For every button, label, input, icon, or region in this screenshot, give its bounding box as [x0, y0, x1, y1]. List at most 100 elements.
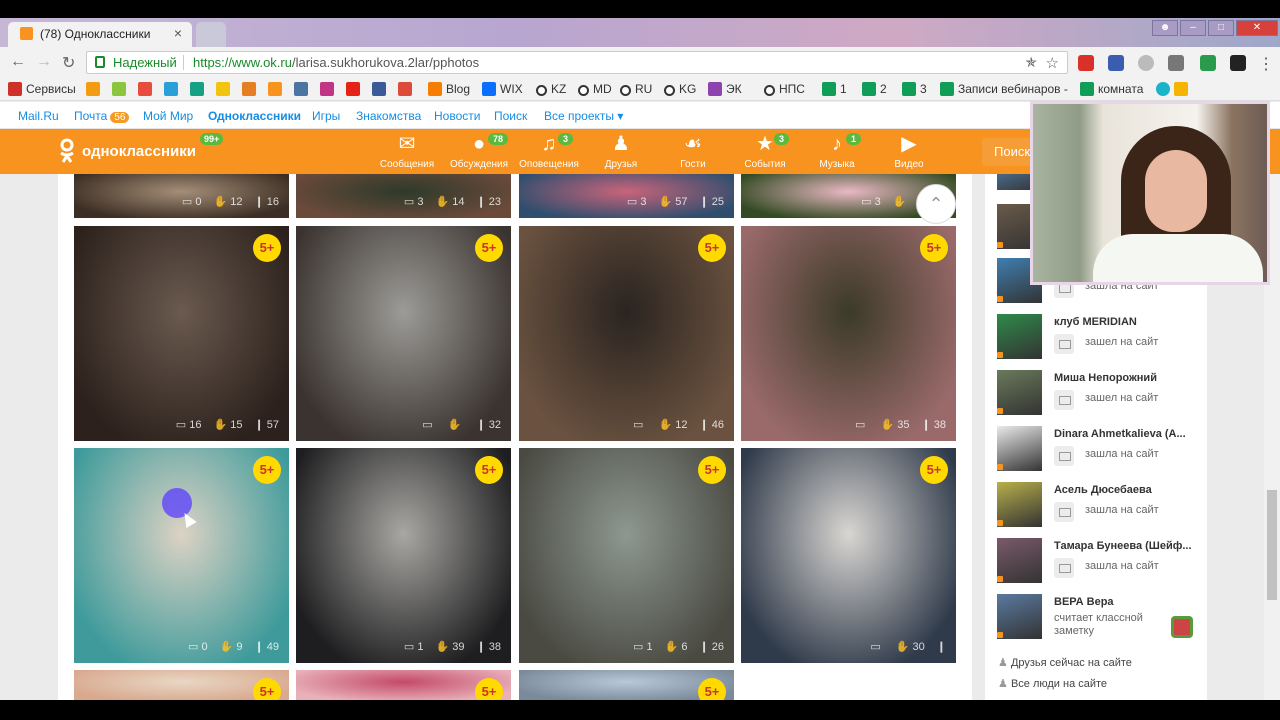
photo-thumbnail[interactable]: 5+: [519, 670, 734, 700]
photo-thumbnail[interactable]: 5+ ▭ 0 ✋ 9 ❙ 49: [74, 448, 289, 663]
bookmark-item[interactable]: НПС: [764, 82, 805, 96]
photo-thumbnail[interactable]: 5+: [296, 670, 511, 700]
ok-nav-footprints[interactable]: ☙ Гости: [658, 133, 728, 170]
bookmark-item[interactable]: 2: [862, 82, 887, 96]
address-bar[interactable]: Надежный https://www.ok.ru/larisa.sukhor…: [86, 51, 1068, 74]
extension-dark-icon[interactable]: [1168, 55, 1184, 71]
friend-name[interactable]: ВЕРА Вера: [1054, 596, 1114, 608]
bookmark-item[interactable]: [216, 82, 234, 96]
friend-row[interactable]: ВЕРА Вера считает классной заметку: [997, 594, 1207, 644]
photo-thumbnail[interactable]: ▭ 3 ✋ 14 ❙ 23: [296, 174, 511, 218]
bookmark-item[interactable]: [346, 82, 364, 96]
znakomstva-link[interactable]: Знакомства: [356, 109, 421, 123]
friend-name[interactable]: Миша Непорожний: [1054, 372, 1157, 384]
photo-thumbnail[interactable]: 5+ ▭ 1 ✋ 6 ❙ 26: [519, 448, 734, 663]
photo-thumbnail[interactable]: 5+ ▭ 16 ✋ 15 ❙ 57: [74, 226, 289, 441]
message-envelope-icon[interactable]: [1054, 446, 1074, 466]
extension-grey-icon[interactable]: [1138, 55, 1154, 71]
extension-blue-icon[interactable]: [1108, 55, 1124, 71]
bookmark-item[interactable]: [190, 82, 208, 96]
bookmark-item[interactable]: [294, 82, 312, 96]
bookmark-item[interactable]: RU: [620, 82, 652, 96]
avatar[interactable]: [997, 594, 1042, 639]
ok-logo-icon[interactable]: [58, 138, 76, 164]
photo-thumbnail[interactable]: 5+ ▭ ✋ 35 ❙ 38: [741, 226, 956, 441]
mailru-link[interactable]: Mail.Ru: [18, 109, 59, 123]
vse-proekty-link[interactable]: Все проекты ▾: [544, 109, 623, 123]
page-scrollbar-thumb[interactable]: [1267, 490, 1277, 600]
reload-icon[interactable]: ↻: [62, 53, 75, 73]
browser-tab-active[interactable]: (78) Одноклассники ×: [8, 22, 192, 47]
novosti-link[interactable]: Новости: [434, 109, 480, 123]
avatar[interactable]: [997, 370, 1042, 415]
odnoklassniki-link[interactable]: Одноклассники: [208, 109, 301, 123]
photo-thumbnail[interactable]: 5+: [74, 670, 289, 700]
friend-row[interactable]: Миша Непорожний зашел на сайт: [997, 370, 1207, 420]
friends-online-link[interactable]: ♟ Друзья сейчас на сайте: [998, 656, 1132, 669]
photo-thumbnail[interactable]: 5+ ▭ ✋ 30 ❙: [741, 448, 956, 663]
ok-nav-friends[interactable]: ♟ Друзья: [586, 133, 656, 170]
bookmark-item[interactable]: комната: [1080, 82, 1143, 96]
photo-thumbnail[interactable]: 5+ ▭ 1 ✋ 39 ❙ 38: [296, 448, 511, 663]
message-envelope-icon[interactable]: [1054, 502, 1074, 522]
bookmark-item[interactable]: [138, 82, 156, 96]
bookmark-item[interactable]: [1156, 82, 1192, 96]
forward-icon[interactable]: →: [36, 53, 52, 71]
photo-thumbnail[interactable]: 5+ ▭ ✋ ❙ 32: [296, 226, 511, 441]
avatar[interactable]: [997, 314, 1042, 359]
avatar[interactable]: [997, 538, 1042, 583]
bookmark-item[interactable]: KG: [664, 82, 696, 96]
bookmark-item[interactable]: [398, 82, 416, 96]
bookmark-item[interactable]: [242, 82, 260, 96]
bookmark-item[interactable]: [320, 82, 338, 96]
bookmark-item[interactable]: [112, 82, 130, 96]
close-window-button[interactable]: ✕: [1236, 20, 1278, 36]
bookmark-item[interactable]: ЭК: [708, 82, 742, 96]
friend-row[interactable]: Тамара Бунеева (Шейф... зашла на сайт: [997, 538, 1207, 588]
maximize-button[interactable]: □: [1208, 20, 1234, 36]
close-tab-icon[interactable]: ×: [174, 25, 182, 41]
igry-link[interactable]: Игры: [312, 109, 340, 123]
extension-red-icon[interactable]: [1078, 55, 1094, 71]
back-icon[interactable]: ←: [10, 53, 26, 71]
extension-green-icon[interactable]: [1200, 55, 1216, 71]
profile-icon[interactable]: ☻: [1152, 20, 1178, 36]
friend-name[interactable]: Dinara Ahmetkalieva (А...: [1054, 428, 1186, 440]
message-envelope-icon[interactable]: [1054, 558, 1074, 578]
friend-name[interactable]: Асель Дюсебаева: [1054, 484, 1152, 496]
ok-nav-music[interactable]: ♪ Музыка 1: [802, 133, 872, 170]
ok-logo-text[interactable]: одноклассники: [82, 143, 196, 160]
scroll-up-button[interactable]: ⌃: [916, 184, 956, 224]
ok-nav-bell[interactable]: ♫ Оповещения 3: [514, 133, 584, 170]
extension-black-icon[interactable]: [1230, 55, 1246, 71]
friend-name[interactable]: Тамара Бунеева (Шейф...: [1054, 540, 1192, 552]
note-thumbnail[interactable]: [1171, 616, 1193, 638]
moi-mir-link[interactable]: Мой Мир: [143, 109, 193, 123]
new-tab-button[interactable]: [196, 22, 226, 47]
menu-icon[interactable]: ⋮: [1258, 54, 1274, 74]
ok-nav-envelope[interactable]: ✉ Сообщения: [372, 133, 442, 170]
all-online-link[interactable]: ♟ Все люди на сайте: [998, 677, 1107, 690]
bookmark-item[interactable]: [86, 82, 104, 96]
friend-name[interactable]: клуб MERIDIAN: [1054, 316, 1137, 328]
bookmark-item[interactable]: Blog: [428, 82, 470, 96]
ok-nav-events[interactable]: ★ События 3: [730, 133, 800, 170]
bookmark-item[interactable]: [268, 82, 286, 96]
bookmark-item[interactable]: [372, 82, 390, 96]
friend-row[interactable]: Dinara Ahmetkalieva (А... зашла на сайт: [997, 426, 1207, 476]
photo-thumbnail[interactable]: ▭ 3 ✋ 57 ❙ 25: [519, 174, 734, 218]
ok-nav-video[interactable]: ▶ Видео: [874, 133, 944, 170]
bookmark-star-icon[interactable]: ☆: [1046, 54, 1059, 72]
message-envelope-icon[interactable]: [1054, 334, 1074, 354]
extension-icon[interactable]: ✯: [1025, 54, 1037, 71]
bookmark-item[interactable]: KZ: [536, 82, 566, 96]
photo-thumbnail[interactable]: 5+ ▭ ✋ 12 ❙ 46: [519, 226, 734, 441]
bookmark-item[interactable]: 1: [822, 82, 847, 96]
bookmark-item[interactable]: [164, 82, 182, 96]
minimize-button[interactable]: –: [1180, 20, 1206, 36]
bookmark-item[interactable]: MD: [578, 82, 612, 96]
ok-nav-chat[interactable]: ● Обсуждения 78: [444, 133, 514, 170]
bookmark-item[interactable]: Записи вебинаров -: [940, 82, 1068, 96]
bookmark-item[interactable]: WIX: [482, 82, 523, 96]
poisk-link[interactable]: Поиск: [494, 109, 527, 123]
